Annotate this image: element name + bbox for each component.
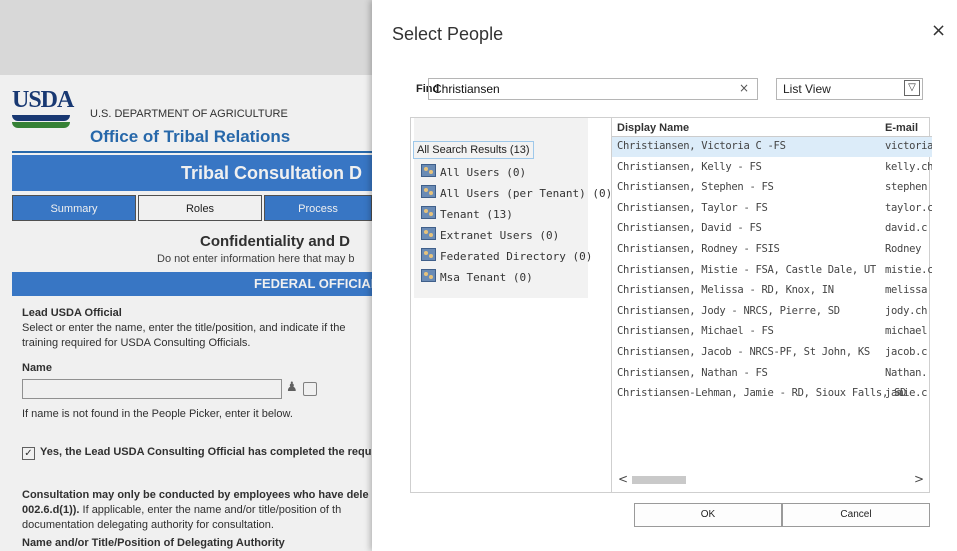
horizontal-scrollbar[interactable]: < > — [618, 472, 924, 486]
directory-group-icon — [421, 164, 436, 177]
email-cell: jody.ch — [885, 304, 928, 317]
scroll-left-icon[interactable]: < — [618, 472, 628, 486]
results-grid: Display Name E-mail Christiansen, Victor… — [611, 118, 932, 492]
tree-item-label: All Users (per Tenant) (0) — [440, 187, 613, 200]
results-panel: All Search Results (13) All Users (0) All… — [410, 117, 932, 493]
directory-group-icon — [421, 248, 436, 261]
display-name-cell: Christiansen, Mistie - FSA, Castle Dale,… — [617, 263, 876, 276]
display-name-cell: Christiansen, Victoria C -FS — [617, 140, 786, 152]
tree-item[interactable]: All Users (per Tenant) (0) — [421, 185, 612, 200]
display-name-cell: Christiansen, Michael - FS — [617, 325, 774, 338]
display-name-cell: Christiansen, Nathan - FS — [617, 366, 768, 379]
display-name-cell: Christiansen, Melissa - RD, Knox, IN — [617, 284, 834, 297]
find-field[interactable]: × — [428, 78, 758, 100]
table-row[interactable]: Christiansen, Stephen - FS stephen — [612, 178, 932, 198]
tree-item[interactable]: Msa Tenant (0) — [421, 269, 533, 284]
tree-item-label: Msa Tenant (0) — [440, 271, 533, 284]
close-icon[interactable]: × — [931, 20, 946, 41]
email-cell: david.c — [885, 222, 928, 235]
email-cell: victoria. — [885, 140, 932, 152]
table-row[interactable]: Christiansen, Mistie - FSA, Castle Dale,… — [612, 261, 932, 281]
display-name-cell: Christiansen, Jacob - NRCS-PF, St John, … — [617, 346, 870, 358]
email-cell: kelly.ch — [885, 160, 932, 173]
email-cell: mistie.c — [885, 263, 932, 276]
table-row[interactable]: Christiansen, Melissa - RD, Knox, IN meli… — [612, 281, 932, 301]
cancel-button[interactable]: Cancel — [782, 503, 930, 527]
display-name-cell: Christiansen, Taylor - FS — [617, 201, 768, 214]
display-name-cell: Christiansen, Jody - NRCS, Pierre, SD — [617, 304, 840, 317]
directory-group-icon — [421, 227, 436, 240]
tree-item[interactable]: All Users (0) — [421, 164, 526, 179]
email-cell: melissa — [885, 284, 928, 297]
table-row[interactable]: Christiansen, Jacob - NRCS-PF, St John, … — [612, 343, 932, 363]
table-row[interactable]: Christiansen-Lehman, Jamie - RD, Sioux F… — [612, 384, 932, 404]
modal-overlay[interactable] — [0, 0, 372, 551]
find-input[interactable] — [433, 81, 723, 97]
view-select-value: List View — [783, 82, 831, 96]
email-cell: Rodney — [885, 243, 922, 255]
table-row[interactable]: Christiansen, Rodney - FSIS Rodney — [612, 240, 932, 260]
email-cell: Nathan. — [885, 366, 928, 379]
scroll-right-icon[interactable]: > — [914, 472, 924, 486]
clear-search-icon[interactable]: × — [739, 81, 749, 95]
directory-group-icon — [421, 269, 436, 282]
table-row[interactable]: Christiansen, Jody - NRCS, Pierre, SD jod… — [612, 302, 932, 322]
grid-header: Display Name E-mail — [612, 122, 932, 136]
email-cell: taylor.c — [885, 201, 932, 214]
select-people-dialog: Select People × Find × List View ▽ All S… — [372, 0, 957, 551]
table-row[interactable]: Christiansen, David - FS david.c — [612, 219, 932, 239]
scrollbar-thumb[interactable] — [632, 476, 686, 484]
table-row[interactable]: Christiansen, Taylor - FS taylor.c — [612, 199, 932, 219]
ok-button[interactable]: OK — [634, 503, 782, 527]
email-cell: jacob.c — [885, 346, 928, 358]
display-name-cell: Christiansen, Kelly - FS — [617, 160, 762, 173]
tree-item[interactable]: Tenant (13) — [421, 206, 513, 221]
chevron-down-icon[interactable]: ▽ — [904, 80, 920, 96]
tree-item-label: Extranet Users (0) — [440, 229, 560, 242]
tree-item-label: Tenant (13) — [440, 208, 513, 221]
tree-item-all-search-results[interactable]: All Search Results (13) — [413, 141, 534, 159]
table-row[interactable]: Christiansen, Victoria C -FS victoria. — [612, 137, 932, 157]
tree-item-label: All Users (0) — [440, 166, 527, 179]
directory-group-icon — [421, 206, 436, 219]
tree-item[interactable]: Federated Directory (0) — [421, 248, 592, 263]
tree-item[interactable]: Extranet Users (0) — [421, 227, 559, 242]
email-cell: stephen — [885, 181, 928, 194]
dialog-title: Select People — [392, 24, 504, 44]
table-row[interactable]: Christiansen, Kelly - FS kelly.ch — [612, 158, 932, 178]
tree-item-label: Federated Directory (0) — [440, 250, 593, 263]
email-cell: jamie.c — [885, 387, 928, 400]
display-name-cell: Christiansen, Stephen - FS — [617, 181, 774, 194]
table-row[interactable]: Christiansen, Michael - FS michael — [612, 322, 932, 342]
display-name-cell: Christiansen-Lehman, Jamie - RD, Sioux F… — [617, 387, 907, 400]
display-name-cell: Christiansen, Rodney - FSIS — [617, 243, 780, 255]
directory-group-icon — [421, 185, 436, 198]
email-cell: michael — [885, 325, 928, 338]
display-name-cell: Christiansen, David - FS — [617, 222, 762, 235]
column-email[interactable]: E-mail — [885, 122, 918, 134]
view-select[interactable]: List View ▽ — [776, 78, 923, 100]
table-row[interactable]: Christiansen, Nathan - FS Nathan. — [612, 364, 932, 384]
directory-tree-pane: All Search Results (13) All Users (0) All… — [411, 118, 612, 492]
column-display-name[interactable]: Display Name — [617, 122, 689, 134]
